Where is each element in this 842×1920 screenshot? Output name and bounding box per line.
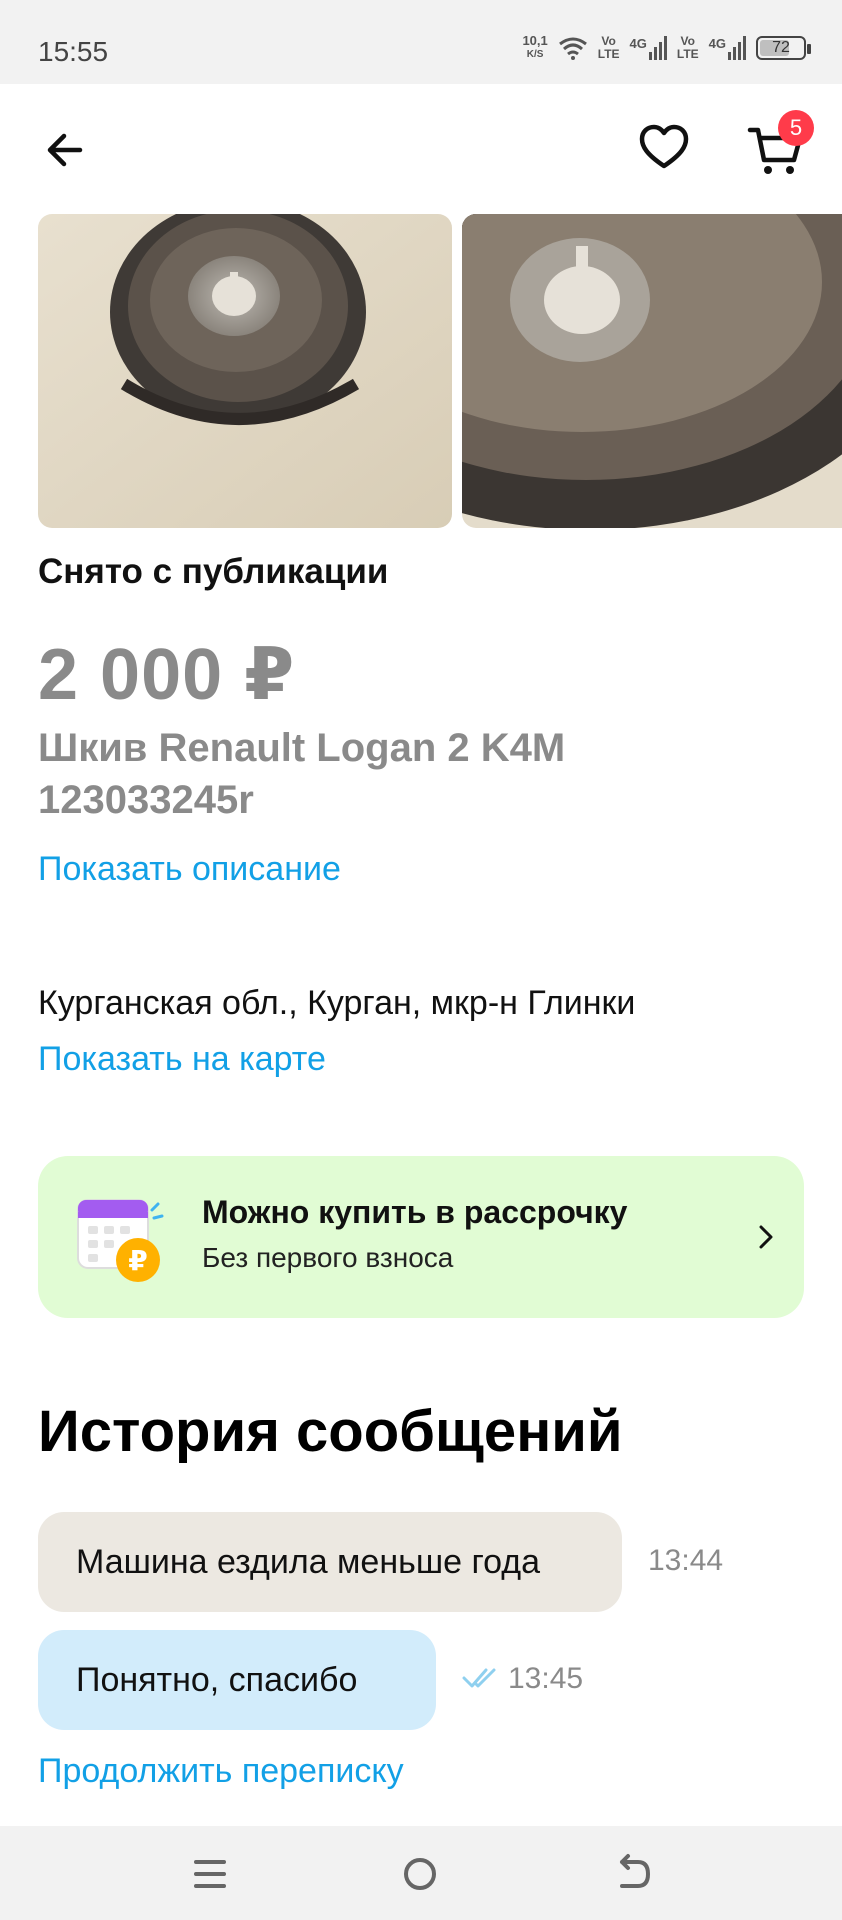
double-check-icon [462,1668,496,1688]
chevron-right-icon [759,1225,773,1249]
status-bar: 15:55 10,1 K/S Vo LTE 4G Vo LTE 4G 72 [0,0,842,84]
product-photo-1[interactable] [38,214,452,528]
signal-bars-icon [648,36,667,60]
clock: 15:55 [38,36,109,67]
product-photo-2[interactable] [462,214,842,528]
network-gen-1: 4G [629,36,647,51]
volte-indicator-1: Vo LTE [598,35,620,61]
installment-title: Можно купить в рассрочку [202,1194,628,1230]
wifi-icon [558,37,587,60]
system-nav-bar [0,1826,842,1920]
nav-back-icon[interactable] [608,1850,656,1898]
volte-bottom-1: LTE [597,47,620,61]
show-description-link[interactable]: Показать описание [38,850,341,889]
home-icon[interactable] [396,1850,444,1898]
status-icons: 10,1 K/S Vo LTE 4G Vo LTE 4G 72 [522,34,811,62]
network-speed-value: 10,1 [522,33,548,48]
cart-count-badge: 5 [778,110,814,146]
message-bubble-outgoing: Понятно, спасибо [38,1630,436,1730]
signal-2: 4G [709,36,746,60]
network-gen-2: 4G [708,36,726,51]
installment-banner[interactable]: ₽ Можно купить в рассрочку Без первого в… [38,1156,804,1318]
listing-address: Курганская обл., Курган, мкр-н Глинки [38,984,636,1022]
svg-text:₽: ₽ [128,1244,147,1277]
network-speed: 10,1 K/S [522,34,547,62]
back-arrow-icon[interactable] [40,124,92,176]
network-speed-unit: K/S [526,49,544,60]
listing-title: Шкив Renault Logan 2 K4M 123033245r [38,726,566,822]
show-on-map-link[interactable]: Показать на карте [38,1040,326,1079]
message-text: Машина ездила меньше года [76,1542,541,1581]
installment-subtitle: Без первого взноса [202,1242,454,1273]
pulley-closeup-image [462,214,842,528]
message-time: 13:45 [508,1662,584,1695]
message-text: Понятно, спасибо [76,1660,358,1699]
battery-icon: 72 [756,36,811,60]
calendar-ruble-icon: ₽ [77,1199,164,1282]
menu-icon[interactable] [186,1850,234,1898]
listing-price: 2 000 ₽ [38,635,296,715]
top-app-bar [0,84,842,214]
message-bubble-incoming: Машина ездила меньше года [38,1512,622,1612]
battery-percent: 72 [772,39,790,56]
heart-icon[interactable] [636,120,692,176]
pulley-photo-image [38,214,452,528]
volte-indicator-2: Vo LTE [677,35,699,61]
volte-bottom-2: LTE [676,47,699,61]
signal-1: 4G [630,36,667,60]
continue-chat-link[interactable]: Продолжить переписку [38,1752,404,1791]
message-history-title: История сообщений [38,1399,623,1464]
listing-status: Снято с публикации [38,552,389,591]
photo-gallery[interactable] [0,214,842,528]
message-time: 13:44 [648,1544,724,1577]
signal-bars-icon [728,36,746,60]
